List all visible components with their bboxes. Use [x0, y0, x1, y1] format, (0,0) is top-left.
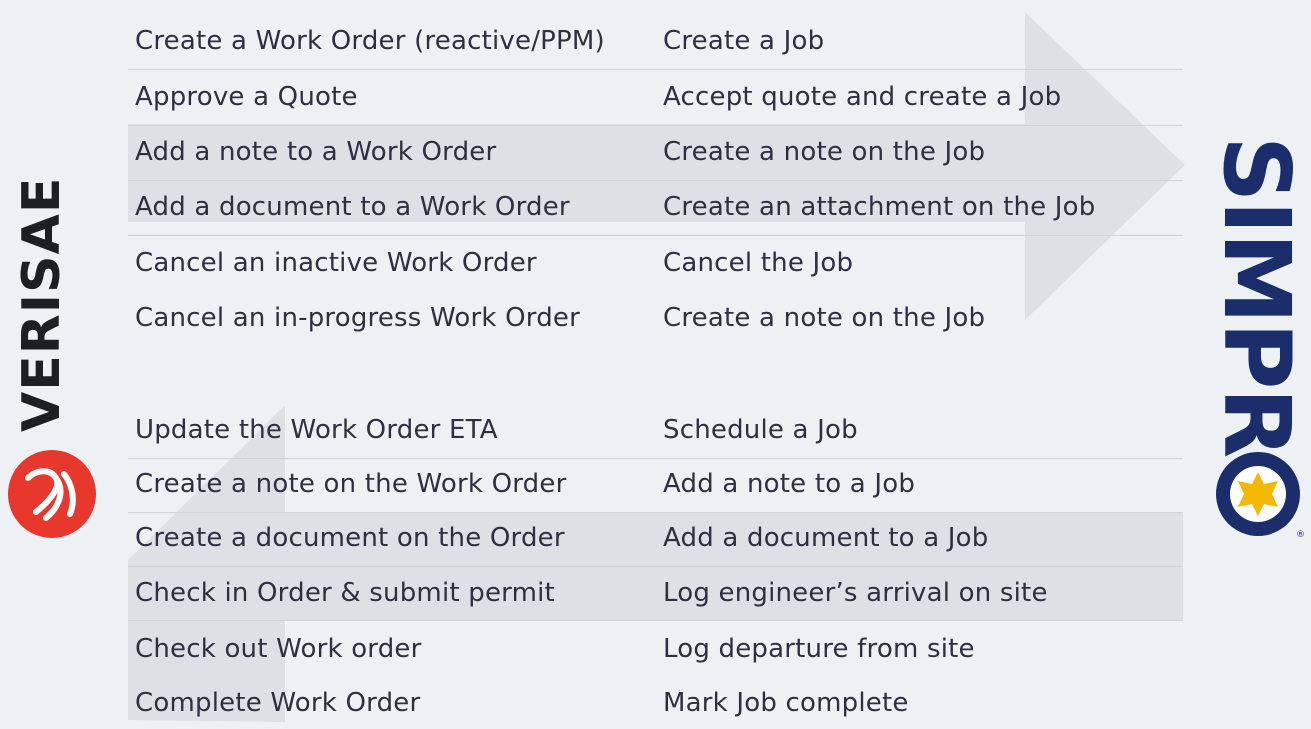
verisae-action: Check in Order & submit permit [135, 578, 555, 608]
table-row: Cancel an in-progress Work Order Create … [128, 292, 1183, 344]
verisae-action: Approve a Quote [135, 82, 358, 112]
row-divider [128, 620, 1183, 621]
table-row: Check out Work order Log departure from … [128, 623, 1183, 675]
verisae-action: Update the Work Order ETA [135, 415, 498, 445]
simpro-action: Mark Job complete [663, 688, 909, 718]
verisae-action: Cancel an inactive Work Order [135, 248, 537, 278]
verisae-action: Cancel an in-progress Work Order [135, 303, 580, 333]
table-row: Create a document on the Order Add a doc… [128, 512, 1183, 564]
simpro-action: Schedule a Job [663, 415, 858, 445]
verisae-action: Add a document to a Work Order [135, 192, 570, 222]
verisae-action: Create a note on the Work Order [135, 469, 567, 499]
row-divider [128, 235, 1183, 236]
verisae-action: Complete Work Order [135, 688, 421, 718]
row-divider [128, 69, 1183, 70]
simpro-action: Create a Job [663, 26, 825, 56]
table-row: Complete Work Order Mark Job complete [128, 677, 1183, 729]
simpro-logo-text: SIMPR [1203, 136, 1310, 457]
verisae-action: Create a document on the Order [135, 523, 565, 553]
simpro-action: Log departure from site [663, 634, 975, 664]
simpro-action: Create an attachment on the Job [663, 192, 1096, 222]
table-row: Create a Work Order (reactive/PPM) Creat… [128, 15, 1183, 67]
simpro-action: Add a note to a Job [663, 469, 916, 499]
table-row: Update the Work Order ETA Schedule a Job [128, 404, 1183, 456]
verisae-action: Check out Work order [135, 634, 422, 664]
verisae-v-icon [8, 450, 96, 538]
table-row: Check in Order & submit permit Log engin… [128, 567, 1183, 619]
registered-mark: ® [1296, 530, 1305, 540]
simpro-action: Log engineer’s arrival on site [663, 578, 1048, 608]
simpro-action: Create a note on the Job [663, 303, 986, 333]
simpro-sun-icon [1216, 452, 1300, 536]
simpro-action: Add a document to a Job [663, 523, 989, 553]
verisae-action: Create a Work Order (reactive/PPM) [135, 26, 605, 56]
table-row: Create a note on the Work Order Add a no… [128, 458, 1183, 510]
table-row: Add a document to a Work Order Create an… [128, 181, 1183, 233]
table-row: Cancel an inactive Work Order Cancel the… [128, 237, 1183, 289]
table-row: Approve a Quote Accept quote and create … [128, 71, 1183, 123]
mapping-slide: Create a Work Order (reactive/PPM) Creat… [0, 0, 1311, 722]
simpro-action: Accept quote and create a Job [663, 82, 1062, 112]
verisae-action: Add a note to a Work Order [135, 137, 497, 167]
simpro-action: Create a note on the Job [663, 137, 986, 167]
simpro-action: Cancel the Job [663, 248, 854, 278]
table-row: Add a note to a Work Order Create a note… [128, 126, 1183, 178]
verisae-logo-text: VERISAE [12, 176, 72, 432]
